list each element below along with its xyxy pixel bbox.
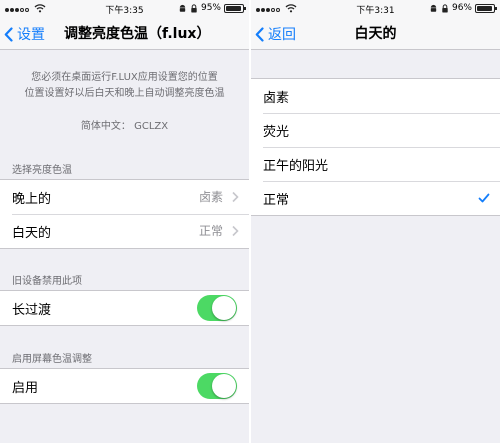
section-header-old-devices: 旧设备禁用此项 — [12, 276, 82, 287]
cell-label: 晚上的 — [12, 191, 52, 207]
cell-label: 启用 — [12, 380, 39, 396]
section-header-brightness: 选择亮度色温 — [12, 165, 72, 176]
lock-icon — [191, 3, 197, 13]
section-header-screen-temp: 启用屏幕色温调整 — [12, 354, 92, 365]
cell-label: 长过渡 — [12, 302, 52, 318]
notice-line-2: 位置设置好以后白天和晚上自动调整亮度色温 — [24, 88, 225, 99]
lock-icon — [442, 3, 448, 13]
status-bar: 下午3:35 95% — [0, 0, 249, 18]
switch-knob — [212, 374, 236, 398]
battery-percent: 96% — [451, 3, 472, 13]
option-fluorescent[interactable]: 荧光 — [251, 113, 500, 147]
option-noon-sunlight[interactable]: 正午的阳光 — [251, 147, 500, 181]
option-label: 卤素 — [263, 90, 290, 106]
battery-percent: 95% — [200, 3, 221, 13]
back-chevron-icon — [255, 26, 264, 42]
battery-icon — [224, 3, 246, 13]
checkmark-icon — [478, 193, 490, 203]
cell-long-transition: 长过渡 — [0, 291, 249, 325]
back-label: 设置 — [17, 27, 45, 43]
daytime-options-screen: 下午3:31 96% 返回 白天的 卤素 荧光 正午的阳光 正常 — [251, 0, 500, 443]
status-bar: 下午3:31 96% — [251, 0, 500, 18]
disclosure-chevron-icon — [232, 225, 239, 237]
notice-line-1: 您必须在桌面运行F.LUX应用设置您的位置 — [31, 72, 218, 83]
cell-label: 白天的 — [12, 225, 52, 241]
long-transition-switch[interactable] — [197, 295, 237, 321]
translator-credit: 简体中文： GCLZX — [80, 121, 169, 132]
settings-screen-flux: 下午3:35 95% 设置 调整亮度色温（f.lux） 您必须在桌面运行F.LU… — [0, 0, 249, 443]
android-icon — [430, 4, 437, 12]
navigation-bar: 返回 白天的 — [251, 18, 500, 50]
back-label: 返回 — [268, 27, 296, 43]
option-halogen[interactable]: 卤素 — [251, 79, 500, 113]
option-label: 荧光 — [263, 124, 290, 140]
brightness-group: 晚上的 卤素 白天的 正常 — [0, 179, 249, 249]
disclosure-chevron-icon — [232, 191, 239, 203]
old-devices-group: 长过渡 — [0, 290, 249, 326]
navigation-bar: 设置 调整亮度色温（f.lux） — [0, 18, 249, 50]
enable-switch[interactable] — [197, 373, 237, 399]
screen-temp-group: 启用 — [0, 368, 249, 404]
option-label: 正常 — [263, 192, 290, 208]
switch-knob — [212, 296, 236, 320]
cell-value: 卤素 — [198, 190, 223, 204]
battery-icon — [475, 3, 497, 13]
cell-night[interactable]: 晚上的 卤素 — [0, 180, 249, 214]
back-chevron-icon — [4, 26, 13, 42]
option-list: 卤素 荧光 正午的阳光 正常 — [251, 78, 500, 216]
option-label: 正午的阳光 — [263, 158, 329, 174]
cell-enable: 启用 — [0, 369, 249, 403]
android-icon — [179, 4, 186, 12]
option-normal[interactable]: 正常 — [251, 181, 500, 215]
cell-day[interactable]: 白天的 正常 — [0, 214, 249, 248]
back-button[interactable]: 设置 — [4, 18, 45, 50]
info-notice: 您必须在桌面运行F.LUX应用设置您的位置 位置设置好以后白天和晚上自动调整亮度… — [0, 70, 249, 102]
cell-value: 正常 — [198, 224, 223, 238]
back-button[interactable]: 返回 — [255, 18, 296, 50]
